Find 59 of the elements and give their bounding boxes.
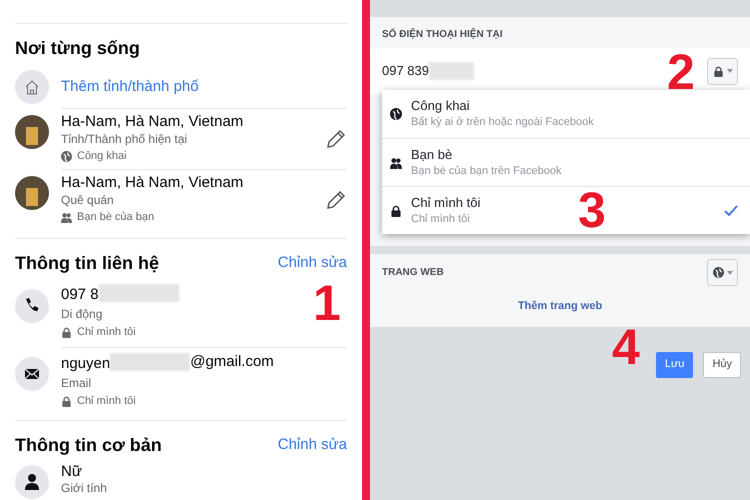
privacy-label: Chỉ mình tôi xyxy=(77,325,136,340)
privacy-label: Bạn bè của bạn xyxy=(77,210,154,225)
option-description: Bạn bè của bạn trên Facebook xyxy=(411,164,562,178)
option-description: Chỉ mình tôi xyxy=(411,212,471,226)
add-website-link[interactable]: Thêm trang web xyxy=(518,298,602,314)
add-city-link[interactable]: Thêm tỉnh/thành phố xyxy=(61,76,199,98)
place-name: Ha-Nam, Hà Nam, Vietnam xyxy=(61,113,244,131)
place-name: Ha-Nam, Hà Nam, Vietnam xyxy=(61,174,244,192)
lock-icon xyxy=(712,66,724,76)
privacy-dropdown[interactable] xyxy=(707,58,738,84)
basic-value: Nữ xyxy=(61,463,83,481)
section-title: Thông tin cơ bản xyxy=(15,434,162,457)
lock-icon xyxy=(61,396,72,406)
edit-link[interactable]: Chỉnh sửa xyxy=(278,434,347,456)
save-button[interactable]: Lưu xyxy=(656,352,694,378)
option-title: Chỉ mình tôi xyxy=(411,194,482,210)
friends-icon xyxy=(390,156,402,168)
photo-placeholder xyxy=(15,115,49,149)
section-title: Thông tin liên hệ xyxy=(15,252,159,275)
globe-icon xyxy=(390,108,402,120)
privacy-option[interactable]: Bạn bè Bạn bè của bạn trên Facebook xyxy=(382,138,750,186)
basic-type: Giới tính xyxy=(61,481,107,496)
person-icon xyxy=(15,465,49,499)
lock-icon xyxy=(390,204,402,216)
option-title: Công khai xyxy=(411,98,471,114)
step-number: 3 xyxy=(578,185,606,235)
pencil-icon xyxy=(325,128,347,150)
phone-value: 097 839 xyxy=(382,62,429,80)
pencil-icon xyxy=(325,189,347,211)
globe-icon xyxy=(61,151,72,162)
privacy-label: Công khai xyxy=(77,149,127,164)
lock-icon xyxy=(61,326,72,338)
cancel-button[interactable]: Hủy xyxy=(703,352,741,378)
contact-type: Email xyxy=(61,375,92,392)
edit-link[interactable]: Chỉnh sửa xyxy=(278,252,347,274)
globe-icon xyxy=(712,267,724,278)
step-number: 4 xyxy=(612,322,640,372)
phone-icon xyxy=(15,289,49,323)
contact-type: Di động xyxy=(61,306,102,323)
section-header: SỐ ĐIỆN THOẠI HIỆN TẠI xyxy=(381,27,504,42)
contact-value: nguyen xyxy=(61,354,110,374)
step-number: 1 xyxy=(313,278,341,328)
envelope-icon xyxy=(15,357,49,391)
caret-icon xyxy=(726,69,732,73)
privacy-dropdown[interactable] xyxy=(707,259,738,286)
place-type: Quê quán xyxy=(61,192,115,209)
section-title: Nơi từng sống xyxy=(15,37,141,60)
house-icon xyxy=(15,70,49,104)
option-title: Bạn bè xyxy=(411,146,454,162)
privacy-label: Chỉ mình tôi xyxy=(77,394,136,409)
contact-value: @gmail.com xyxy=(190,352,274,372)
section-header: TRANG WEB xyxy=(382,266,444,280)
contact-value: 097 8 xyxy=(61,285,99,305)
friends-icon xyxy=(61,212,72,223)
place-type: Tỉnh/Thành phố hiện tại xyxy=(61,131,188,148)
option-description: Bất kỳ ai ở trên hoặc ngoài Facebook xyxy=(411,115,595,130)
caret-icon xyxy=(726,270,732,274)
photo-placeholder xyxy=(15,176,49,210)
blurred-redaction xyxy=(429,62,474,80)
